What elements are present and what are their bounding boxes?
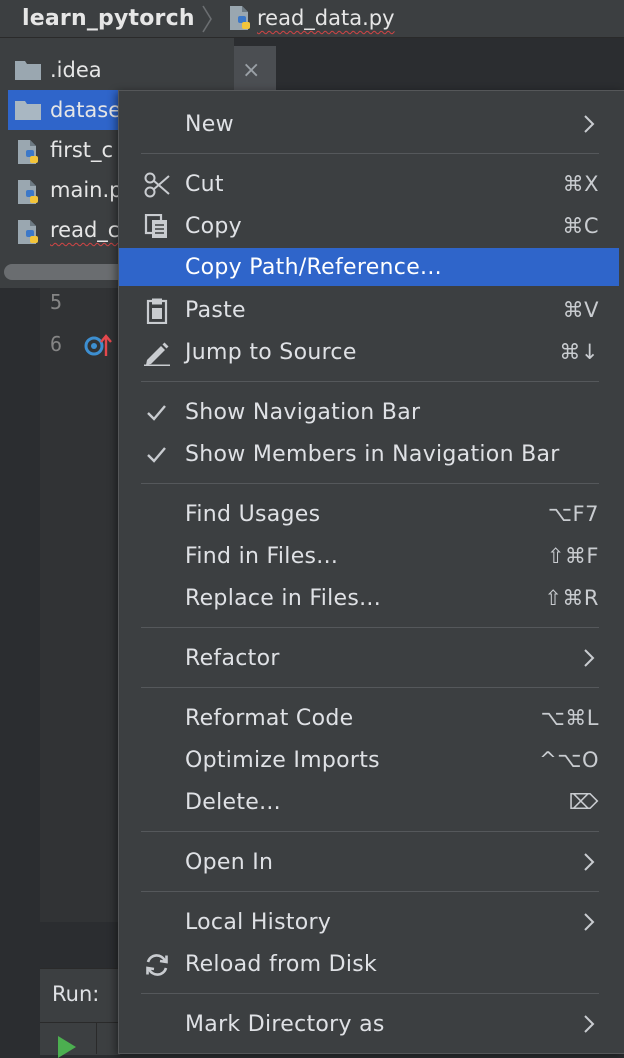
close-tab-icon[interactable]: × bbox=[242, 58, 260, 83]
menu-separator bbox=[141, 153, 599, 154]
menu-item-label: Cut bbox=[185, 172, 224, 197]
menu-item-label: Show Members in Navigation Bar bbox=[185, 442, 560, 467]
reload-icon bbox=[143, 952, 171, 978]
menu-item-label: Copy bbox=[185, 214, 243, 239]
submenu-arrow-icon bbox=[583, 852, 595, 876]
pencil-icon bbox=[143, 340, 171, 366]
editor-gutter bbox=[40, 288, 120, 922]
breadcrumb-separator-icon bbox=[200, 4, 214, 38]
menu-separator bbox=[141, 381, 599, 382]
checkmark-icon bbox=[143, 442, 171, 468]
submenu-arrow-icon bbox=[583, 1014, 595, 1038]
menu-shortcut: ⇧⌘R bbox=[544, 586, 599, 610]
menu-item-label: Reformat Code bbox=[185, 706, 354, 731]
menu-item-label: Copy Path/Reference... bbox=[185, 255, 442, 280]
menu-item-find-usages[interactable]: Find Usages ⌥F7 bbox=[119, 495, 619, 533]
clipboard-icon bbox=[143, 298, 171, 325]
menu-item-copy-path-reference[interactable]: Copy Path/Reference... bbox=[119, 248, 619, 286]
menu-shortcut: ⌥⌘L bbox=[540, 706, 599, 730]
menu-item-copy[interactable]: Copy ⌘C bbox=[119, 207, 619, 245]
python-file-icon bbox=[14, 178, 42, 210]
menu-separator bbox=[141, 891, 599, 892]
folder-icon bbox=[14, 98, 42, 126]
run-play-icon[interactable] bbox=[58, 1036, 76, 1058]
menu-separator bbox=[141, 687, 599, 688]
run-panel-label: Run: bbox=[52, 982, 100, 1006]
line-number: 6 bbox=[50, 332, 63, 356]
python-file-icon bbox=[14, 218, 42, 250]
menu-item-paste[interactable]: Paste ⌘V bbox=[119, 291, 619, 329]
breadcrumb-project[interactable]: learn_pytorch bbox=[22, 6, 195, 31]
menu-separator bbox=[141, 993, 599, 994]
menu-item-delete[interactable]: Delete... ⌦ bbox=[119, 783, 619, 821]
menu-item-label: Find Usages bbox=[185, 502, 321, 527]
menu-item-label: Mark Directory as bbox=[185, 1012, 385, 1037]
python-file-icon bbox=[226, 4, 254, 36]
navigation-bar: learn_pytorch read_data.py bbox=[0, 0, 624, 38]
menu-item-label: Jump to Source bbox=[185, 340, 357, 365]
menu-item-cut[interactable]: Cut ⌘X bbox=[119, 165, 619, 203]
menu-shortcut: ⌘C bbox=[562, 214, 599, 238]
menu-item-label: Local History bbox=[185, 910, 332, 935]
menu-item-refactor[interactable]: Refactor bbox=[119, 639, 619, 677]
menu-separator bbox=[141, 483, 599, 484]
menu-item-replace-in-files[interactable]: Replace in Files... ⇧⌘R bbox=[119, 579, 619, 617]
tree-item-label: .idea bbox=[50, 58, 102, 82]
tree-item-label: first_c bbox=[50, 138, 114, 162]
menu-item-label: Paste bbox=[185, 298, 246, 323]
breadcrumb-file[interactable]: read_data.py bbox=[257, 6, 395, 30]
run-toolbar-divider bbox=[96, 1022, 97, 1054]
folder-icon bbox=[14, 58, 42, 86]
menu-item-new[interactable]: New bbox=[119, 105, 619, 143]
menu-item-show-members-in-navigation-bar[interactable]: Show Members in Navigation Bar bbox=[119, 435, 619, 473]
delete-key-icon: ⌦ bbox=[568, 790, 599, 814]
menu-item-label: Delete... bbox=[185, 790, 281, 815]
menu-shortcut: ⌘↓ bbox=[559, 340, 599, 364]
tree-item-idea[interactable]: .idea bbox=[8, 50, 234, 90]
copy-icon bbox=[143, 213, 171, 240]
menu-shortcut: ⇧⌘F bbox=[546, 544, 599, 568]
menu-shortcut: ⌘V bbox=[562, 298, 599, 322]
menu-item-label: Show Navigation Bar bbox=[185, 400, 421, 425]
submenu-arrow-icon bbox=[583, 648, 595, 672]
menu-shortcut: ⌥F7 bbox=[547, 502, 599, 526]
checkmark-icon bbox=[143, 400, 171, 426]
menu-item-show-navigation-bar[interactable]: Show Navigation Bar bbox=[119, 393, 619, 431]
menu-separator bbox=[141, 831, 599, 832]
menu-item-local-history[interactable]: Local History bbox=[119, 903, 619, 941]
submenu-arrow-icon bbox=[583, 912, 595, 936]
menu-item-label: Reload from Disk bbox=[185, 952, 378, 977]
menu-shortcut: ⌘X bbox=[562, 172, 599, 196]
tree-item-label: read_c bbox=[50, 218, 120, 242]
menu-separator bbox=[141, 627, 599, 628]
menu-item-label: Refactor bbox=[185, 646, 280, 671]
menu-item-mark-directory-as[interactable]: Mark Directory as bbox=[119, 1005, 619, 1043]
python-file-icon bbox=[14, 138, 42, 170]
run-toolbar bbox=[40, 1022, 120, 1055]
menu-item-optimize-imports[interactable]: Optimize Imports ^⌥O bbox=[119, 741, 619, 779]
menu-item-reformat-code[interactable]: Reformat Code ⌥⌘L bbox=[119, 699, 619, 737]
override-marker-icon[interactable] bbox=[84, 332, 112, 364]
menu-item-reload-from-disk[interactable]: Reload from Disk bbox=[119, 945, 619, 983]
scissors-icon bbox=[143, 172, 171, 198]
tree-item-label: datase bbox=[50, 98, 122, 122]
menu-item-label: Open In bbox=[185, 850, 274, 875]
line-number: 5 bbox=[50, 290, 63, 314]
menu-item-jump-to-source[interactable]: Jump to Source ⌘↓ bbox=[119, 333, 619, 371]
menu-item-label: Optimize Imports bbox=[185, 748, 380, 773]
menu-item-label: Replace in Files... bbox=[185, 586, 382, 611]
menu-item-open-in[interactable]: Open In bbox=[119, 843, 619, 881]
tree-item-label: main.p bbox=[50, 178, 123, 202]
context-menu: New Cut ⌘X Copy ⌘C Copy Path/Reference..… bbox=[118, 90, 624, 1054]
menu-shortcut: ^⌥O bbox=[539, 748, 599, 772]
menu-item-label: New bbox=[185, 112, 234, 137]
submenu-arrow-icon bbox=[583, 114, 595, 138]
menu-item-label: Find in Files... bbox=[185, 544, 339, 569]
menu-item-find-in-files[interactable]: Find in Files... ⇧⌘F bbox=[119, 537, 619, 575]
